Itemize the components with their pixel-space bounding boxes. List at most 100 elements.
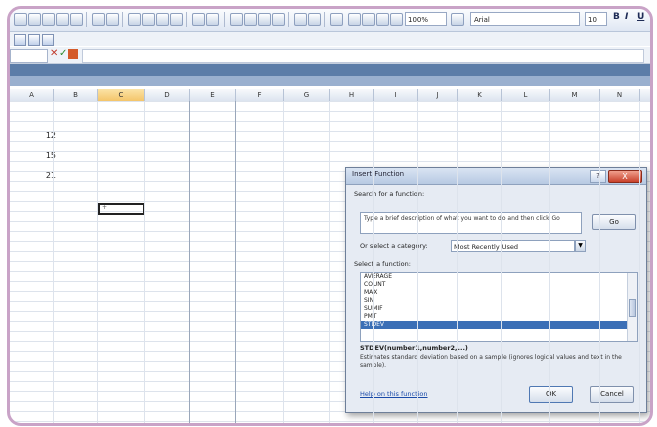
help-button[interactable]: ? <box>590 170 606 183</box>
search-label: Search for a function: <box>354 190 425 198</box>
new-icon[interactable] <box>14 13 27 26</box>
column-gridline <box>329 101 330 423</box>
function-list-scrollbar[interactable] <box>627 273 637 341</box>
help-icon[interactable] <box>451 13 464 26</box>
map-icon[interactable] <box>362 13 375 26</box>
function-description: Estimates standard deviation based on a … <box>360 354 622 369</box>
column-gridline <box>549 101 550 423</box>
bold-icon[interactable]: B <box>613 12 620 22</box>
zoom-icon[interactable] <box>390 13 403 26</box>
category-select[interactable]: Most Recently Used <box>451 240 575 252</box>
function-item[interactable]: SIN <box>361 297 637 305</box>
enter-icon[interactable]: ✓ <box>59 48 67 59</box>
function-item[interactable]: MAX <box>361 289 637 297</box>
cut-icon[interactable] <box>128 13 141 26</box>
column-header-c[interactable]: C <box>98 89 145 101</box>
column-gridline <box>599 101 600 423</box>
select-objects-icon[interactable] <box>14 34 26 46</box>
preview-icon[interactable] <box>70 13 83 26</box>
scrollbar-thumb[interactable] <box>629 299 636 317</box>
column-gridline <box>373 101 374 423</box>
function-list[interactable]: AVERAGECOUNTMAXSINSUMIFPMTSTDEV <box>360 272 638 342</box>
insert-function-button[interactable] <box>68 49 78 59</box>
column-gridline <box>417 101 418 423</box>
column-gridline <box>189 101 190 423</box>
cancel-button[interactable]: Cancel <box>590 386 634 403</box>
workbook-tabstrip <box>10 76 650 86</box>
column-header-m[interactable]: M <box>550 89 600 101</box>
function-item[interactable]: PMT <box>361 313 637 321</box>
print-icon[interactable] <box>56 13 69 26</box>
column-header-l[interactable]: L <box>502 89 550 101</box>
insert-function-dialog: Insert Function ? X Search for a functio… <box>345 167 647 413</box>
toolbar-separator <box>324 12 325 27</box>
ok-button[interactable]: OK <box>529 386 573 403</box>
zoom-select[interactable]: 100% <box>405 12 447 26</box>
column-header-e[interactable]: E <box>190 89 236 101</box>
workbook-titlebar <box>10 64 650 76</box>
select-function-label: Select a function: <box>354 260 411 268</box>
cell-cursor-icon: + <box>102 204 108 211</box>
column-header-i[interactable]: I <box>374 89 418 101</box>
autosum-icon[interactable] <box>244 13 257 26</box>
column-gridline <box>97 101 98 423</box>
standard-toolbar: 100% Arial 10 B I U <box>10 9 650 32</box>
toolbar-separator <box>122 12 123 27</box>
column-gridline <box>235 101 236 423</box>
layout-icon[interactable] <box>376 13 389 26</box>
shapes-icon[interactable] <box>28 34 40 46</box>
italic-icon[interactable]: I <box>625 12 628 22</box>
undo-icon[interactable] <box>192 13 205 26</box>
toolbar-separator <box>186 12 187 27</box>
toolbar-separator <box>86 12 87 27</box>
textbox-icon[interactable] <box>42 34 54 46</box>
paste-icon[interactable] <box>156 13 169 26</box>
format-painter-icon[interactable] <box>170 13 183 26</box>
hyperlink-icon[interactable] <box>230 13 243 26</box>
column-header-h[interactable]: H <box>330 89 374 101</box>
drawing-icon[interactable] <box>308 13 321 26</box>
research-icon[interactable] <box>106 13 119 26</box>
copy-icon[interactable] <box>142 13 155 26</box>
cancel-entry-icon[interactable]: ✕ <box>50 48 58 59</box>
chart-wizard-icon[interactable] <box>294 13 307 26</box>
close-button[interactable]: X <box>608 170 642 183</box>
function-signature: STDEV(number1,number2,...) <box>360 344 468 352</box>
column-gridline <box>457 101 458 423</box>
formula-bar: ✕ ✓ <box>10 47 650 64</box>
underline-icon[interactable]: U <box>637 12 644 22</box>
column-header-f[interactable]: F <box>236 89 284 101</box>
sort-descending-icon[interactable] <box>272 13 285 26</box>
function-item[interactable]: COUNT <box>361 281 637 289</box>
redo-icon[interactable] <box>206 13 219 26</box>
chart-icon[interactable] <box>348 13 361 26</box>
dialog-titlebar[interactable]: Insert Function ? X <box>346 168 646 185</box>
column-header-a[interactable]: A <box>10 89 54 101</box>
column-header-n[interactable]: N <box>600 89 640 101</box>
excel-window: 100% Arial 10 B I U ✕ ✓ ABCDEFGHIJKLMN 1… <box>7 6 653 426</box>
save-icon[interactable] <box>42 13 55 26</box>
spelling-icon[interactable] <box>92 13 105 26</box>
font-size-select[interactable]: 10 <box>585 12 607 26</box>
column-header-j[interactable]: J <box>418 89 458 101</box>
active-cell[interactable]: + <box>98 203 145 215</box>
column-header-b[interactable]: B <box>54 89 98 101</box>
dialog-title: Insert Function <box>352 170 405 178</box>
column-header-g[interactable]: G <box>284 89 330 101</box>
function-item[interactable]: SUMIF <box>361 305 637 313</box>
column-gridline <box>283 101 284 423</box>
chevron-down-icon[interactable]: ▼ <box>575 240 586 252</box>
column-header-k[interactable]: K <box>458 89 502 101</box>
column-header-d[interactable]: D <box>145 89 190 101</box>
function-item[interactable]: STDEV <box>361 321 637 329</box>
function-item[interactable]: AVERAGE <box>361 273 637 281</box>
font-select[interactable]: Arial <box>470 12 580 26</box>
formula-input[interactable] <box>82 49 644 63</box>
column-gridline <box>53 101 54 423</box>
column-gridline <box>144 101 145 423</box>
column-gridline <box>639 101 640 423</box>
insert-function-icon[interactable] <box>330 13 343 26</box>
sort-ascending-icon[interactable] <box>258 13 271 26</box>
name-box[interactable] <box>10 49 48 63</box>
open-icon[interactable] <box>28 13 41 26</box>
